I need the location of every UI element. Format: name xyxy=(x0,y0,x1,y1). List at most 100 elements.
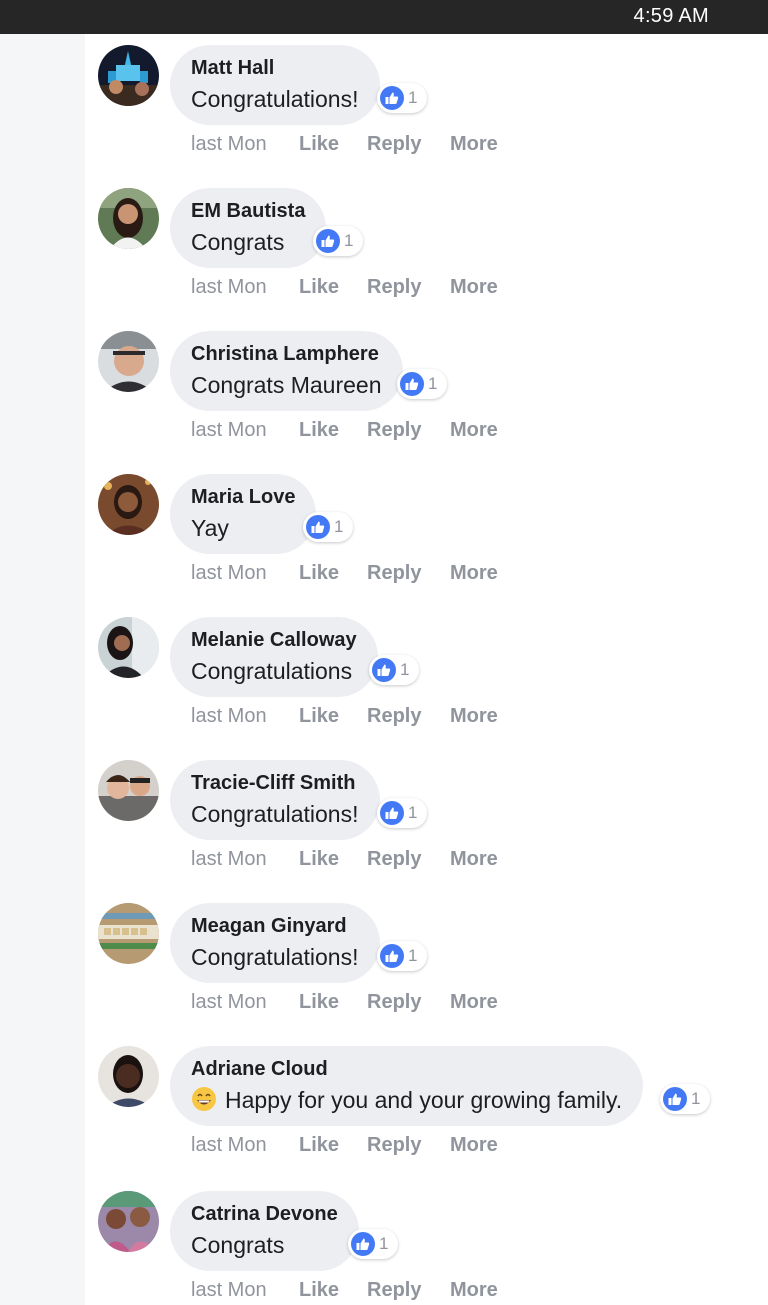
comment-text: Congratulations! xyxy=(191,801,359,827)
reaction-badge[interactable]: 1 xyxy=(348,1229,398,1259)
like-thumbs-up-icon xyxy=(400,372,424,396)
reply-button[interactable]: Reply xyxy=(367,704,421,728)
avatar[interactable] xyxy=(98,760,159,821)
like-button[interactable]: Like xyxy=(299,1133,339,1157)
more-button[interactable]: More xyxy=(450,418,498,442)
like-button[interactable]: Like xyxy=(299,418,339,442)
comment-bubble[interactable]: Catrina Devone Congrats xyxy=(170,1191,359,1271)
like-button[interactable]: Like xyxy=(299,704,339,728)
comment-bubble[interactable]: EM Bautista Congrats xyxy=(170,188,327,268)
comment-author[interactable]: Catrina Devone xyxy=(191,1200,338,1228)
avatar[interactable] xyxy=(98,903,159,964)
reply-button[interactable]: Reply xyxy=(367,1278,421,1302)
more-button[interactable]: More xyxy=(450,847,498,871)
more-button[interactable]: More xyxy=(450,990,498,1014)
comment-author[interactable]: Melanie Calloway xyxy=(191,626,357,654)
avatar[interactable] xyxy=(98,474,159,535)
reaction-count: 1 xyxy=(428,374,438,393)
reaction-count: 1 xyxy=(408,88,418,107)
comment-time[interactable]: last Mon xyxy=(191,1278,267,1302)
like-button[interactable]: Like xyxy=(299,1278,339,1302)
comment-text: Congratulations xyxy=(191,658,353,684)
reaction-count: 1 xyxy=(334,517,344,536)
comment-bubble[interactable]: Adriane Cloud Happy for you and your gro… xyxy=(170,1046,644,1126)
like-button[interactable]: Like xyxy=(299,275,339,299)
comment-author[interactable]: Adriane Cloud xyxy=(191,1055,622,1083)
avatar[interactable] xyxy=(98,45,159,106)
grinning-face-emoji xyxy=(191,1086,217,1121)
comment-author[interactable]: Matt Hall xyxy=(191,54,359,82)
comment-bubble[interactable]: Maria Love Yay xyxy=(170,474,317,554)
like-thumbs-up-icon xyxy=(306,515,330,539)
reply-button[interactable]: Reply xyxy=(367,561,421,585)
reaction-count: 1 xyxy=(379,1234,389,1253)
more-button[interactable]: More xyxy=(450,132,498,156)
comment-time[interactable]: last Mon xyxy=(191,561,267,585)
comment-time[interactable]: last Mon xyxy=(191,990,267,1014)
more-button[interactable]: More xyxy=(450,1133,498,1157)
comment-text: Congratulations! xyxy=(191,86,359,112)
reaction-badge[interactable]: 1 xyxy=(377,798,427,828)
reaction-count: 1 xyxy=(691,1089,701,1108)
avatar[interactable] xyxy=(98,331,159,392)
comment-text: Congrats xyxy=(191,1232,285,1258)
comment-bubble[interactable]: Matt Hall Congratulations! xyxy=(170,45,380,125)
avatar[interactable] xyxy=(98,188,159,249)
comment-author[interactable]: Meagan Ginyard xyxy=(191,912,359,940)
comment-list[interactable]: Matt Hall Congratulations! 1 last Mon Li… xyxy=(0,34,768,1305)
avatar[interactable] xyxy=(98,1046,159,1107)
comment-author[interactable]: Maria Love xyxy=(191,483,295,511)
comment-text: Happy for you and your growing family. xyxy=(191,1083,622,1117)
comment-item: Maria Love Yay 1 last Mon Like Reply Mor… xyxy=(0,463,768,606)
comment-item: Melanie Calloway Congratulations 1 last … xyxy=(0,606,768,749)
comment-time[interactable]: last Mon xyxy=(191,275,267,299)
like-button[interactable]: Like xyxy=(299,990,339,1014)
comment-time[interactable]: last Mon xyxy=(191,704,267,728)
comment-time[interactable]: last Mon xyxy=(191,847,267,871)
reply-button[interactable]: Reply xyxy=(367,847,421,871)
reaction-badge[interactable]: 1 xyxy=(660,1084,710,1114)
comment-author[interactable]: Christina Lamphere xyxy=(191,340,382,368)
avatar[interactable] xyxy=(98,617,159,678)
like-thumbs-up-icon xyxy=(351,1232,375,1256)
reaction-badge[interactable]: 1 xyxy=(377,941,427,971)
avatar[interactable] xyxy=(98,1191,159,1252)
comment-time[interactable]: last Mon xyxy=(191,418,267,442)
reply-button[interactable]: Reply xyxy=(367,1133,421,1157)
comment-bubble[interactable]: Tracie-Cliff Smith Congratulations! xyxy=(170,760,380,840)
reaction-count: 1 xyxy=(400,660,410,679)
like-button[interactable]: Like xyxy=(299,561,339,585)
comment-item: Christina Lamphere Congrats Maureen 1 la… xyxy=(0,320,768,463)
comment-text: Congrats xyxy=(191,229,285,255)
comment-bubble[interactable]: Christina Lamphere Congrats Maureen xyxy=(170,331,403,411)
comment-time[interactable]: last Mon xyxy=(191,132,267,156)
reaction-badge[interactable]: 1 xyxy=(377,83,427,113)
reaction-badge[interactable]: 1 xyxy=(303,512,353,542)
comment-bubble[interactable]: Meagan Ginyard Congratulations! xyxy=(170,903,380,983)
reply-button[interactable]: Reply xyxy=(367,990,421,1014)
comment-time[interactable]: last Mon xyxy=(191,1133,267,1157)
reaction-badge[interactable]: 1 xyxy=(369,655,419,685)
more-button[interactable]: More xyxy=(450,704,498,728)
comment-text: Congrats Maureen xyxy=(191,372,382,398)
reaction-badge[interactable]: 1 xyxy=(397,369,447,399)
like-thumbs-up-icon xyxy=(316,229,340,253)
like-button[interactable]: Like xyxy=(299,132,339,156)
reaction-count: 1 xyxy=(344,231,354,250)
reply-button[interactable]: Reply xyxy=(367,132,421,156)
comment-author[interactable]: EM Bautista xyxy=(191,197,305,225)
comment-bubble[interactable]: Melanie Calloway Congratulations xyxy=(170,617,378,697)
more-button[interactable]: More xyxy=(450,1278,498,1302)
reply-button[interactable]: Reply xyxy=(367,275,421,299)
reaction-badge[interactable]: 1 xyxy=(313,226,363,256)
reply-button[interactable]: Reply xyxy=(367,418,421,442)
like-thumbs-up-icon xyxy=(372,658,396,682)
comment-item: Catrina Devone Congrats 1 last Mon Like … xyxy=(0,1180,768,1305)
reaction-count: 1 xyxy=(408,803,418,822)
more-button[interactable]: More xyxy=(450,561,498,585)
comment-item: Matt Hall Congratulations! 1 last Mon Li… xyxy=(0,34,768,177)
like-thumbs-up-icon xyxy=(380,801,404,825)
more-button[interactable]: More xyxy=(450,275,498,299)
comment-author[interactable]: Tracie-Cliff Smith xyxy=(191,769,359,797)
like-button[interactable]: Like xyxy=(299,847,339,871)
